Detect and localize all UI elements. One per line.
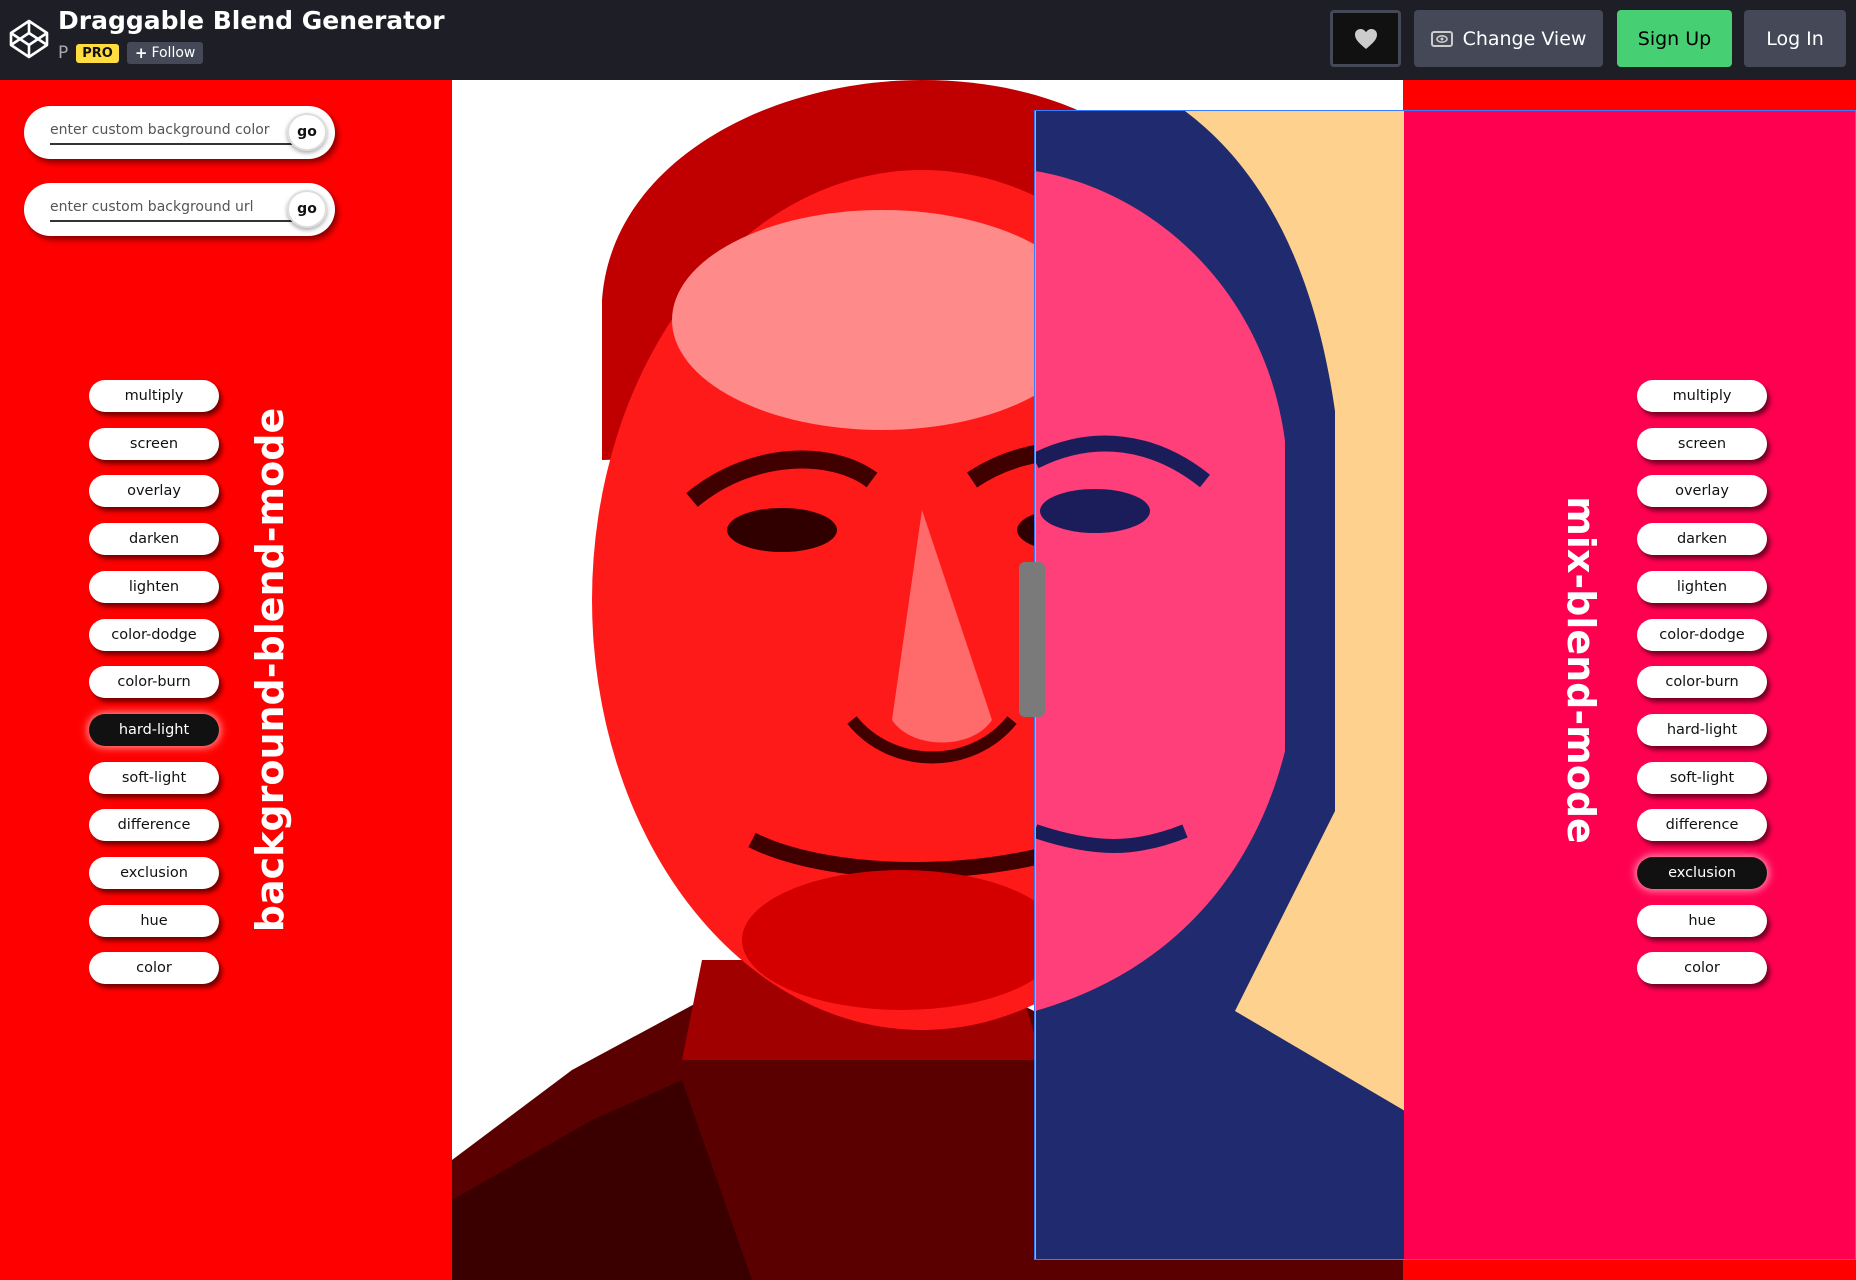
bg-blend-hard-light-button[interactable]: hard-light bbox=[89, 713, 219, 746]
mix-blend-darken-button[interactable]: darken bbox=[1637, 523, 1767, 556]
mix-blend-soft-light-button[interactable]: soft-light bbox=[1637, 761, 1767, 794]
bg-url-input[interactable] bbox=[50, 194, 296, 222]
plus-icon: + bbox=[134, 44, 148, 62]
bg-blend-color-button[interactable]: color bbox=[89, 952, 219, 985]
mix-portrait-illustration bbox=[1035, 111, 1405, 1259]
log-in-button[interactable]: Log In bbox=[1744, 10, 1846, 67]
background-blend-heading: background-blend-mode bbox=[248, 407, 292, 933]
drag-handle[interactable] bbox=[1019, 562, 1045, 717]
bg-blend-darken-button[interactable]: darken bbox=[89, 523, 219, 556]
bg-blend-color-dodge-button[interactable]: color-dodge bbox=[89, 618, 219, 651]
mix-blend-heading: mix-blend-mode bbox=[1559, 496, 1603, 844]
sign-up-button[interactable]: Sign Up bbox=[1617, 10, 1732, 67]
bg-color-input[interactable] bbox=[50, 117, 296, 145]
bg-url-go-button[interactable]: go bbox=[287, 190, 327, 228]
bg-color-go-button[interactable]: go bbox=[287, 113, 327, 151]
bg-blend-color-burn-button[interactable]: color-burn bbox=[89, 666, 219, 699]
mix-blend-pink-area bbox=[1404, 111, 1855, 1259]
bg-url-control: go bbox=[24, 183, 335, 236]
mix-blend-multiply-button[interactable]: multiply bbox=[1637, 380, 1767, 412]
mix-blend-hue-button[interactable]: hue bbox=[1637, 904, 1767, 937]
mix-blend-color-button[interactable]: color bbox=[1637, 952, 1767, 985]
change-view-label: Change View bbox=[1462, 27, 1587, 50]
blend-stage: go go multiply screen overlay darken lighten… bbox=[0, 80, 1856, 1280]
heart-icon bbox=[1354, 28, 1377, 49]
follow-label: Follow bbox=[151, 45, 196, 61]
pen-title: Draggable Blend Generator bbox=[58, 6, 445, 35]
mix-blend-color-burn-button[interactable]: color-burn bbox=[1637, 666, 1767, 699]
mix-blend-lighten-button[interactable]: lighten bbox=[1637, 570, 1767, 603]
mix-blend-color-dodge-button[interactable]: color-dodge bbox=[1637, 618, 1767, 651]
bg-blend-soft-light-button[interactable]: soft-light bbox=[89, 761, 219, 794]
eye-icon bbox=[1430, 30, 1453, 47]
bg-blend-lighten-button[interactable]: lighten bbox=[89, 570, 219, 603]
heart-button[interactable] bbox=[1330, 10, 1401, 67]
bg-blend-multiply-button[interactable]: multiply bbox=[89, 380, 219, 412]
mix-blend-photo bbox=[1035, 111, 1405, 1259]
bg-blend-hue-button[interactable]: hue bbox=[89, 904, 219, 937]
mix-blend-screen-button[interactable]: screen bbox=[1637, 427, 1767, 460]
bg-blend-overlay-button[interactable]: overlay bbox=[89, 475, 219, 508]
bg-color-control: go bbox=[24, 106, 335, 159]
change-view-button[interactable]: Change View bbox=[1414, 10, 1603, 67]
mix-blend-overlay-button[interactable]: overlay bbox=[1637, 475, 1767, 508]
mix-blend-exclusion-button[interactable]: exclusion bbox=[1637, 857, 1767, 889]
pro-badge: PRO bbox=[76, 43, 119, 63]
app-header: Draggable Blend Generator P PRO + Follow… bbox=[0, 0, 1856, 80]
bg-blend-difference-button[interactable]: difference bbox=[89, 809, 219, 842]
bg-blend-screen-button[interactable]: screen bbox=[89, 427, 219, 460]
owner-name[interactable]: P bbox=[58, 43, 68, 63]
mix-blend-hard-light-button[interactable]: hard-light bbox=[1637, 713, 1767, 746]
bg-blend-exclusion-button[interactable]: exclusion bbox=[89, 857, 219, 889]
codepen-logo-icon[interactable] bbox=[8, 18, 50, 60]
owner-info: P PRO + Follow bbox=[58, 42, 204, 64]
mix-blend-difference-button[interactable]: difference bbox=[1637, 809, 1767, 842]
follow-button[interactable]: + Follow bbox=[126, 42, 204, 64]
